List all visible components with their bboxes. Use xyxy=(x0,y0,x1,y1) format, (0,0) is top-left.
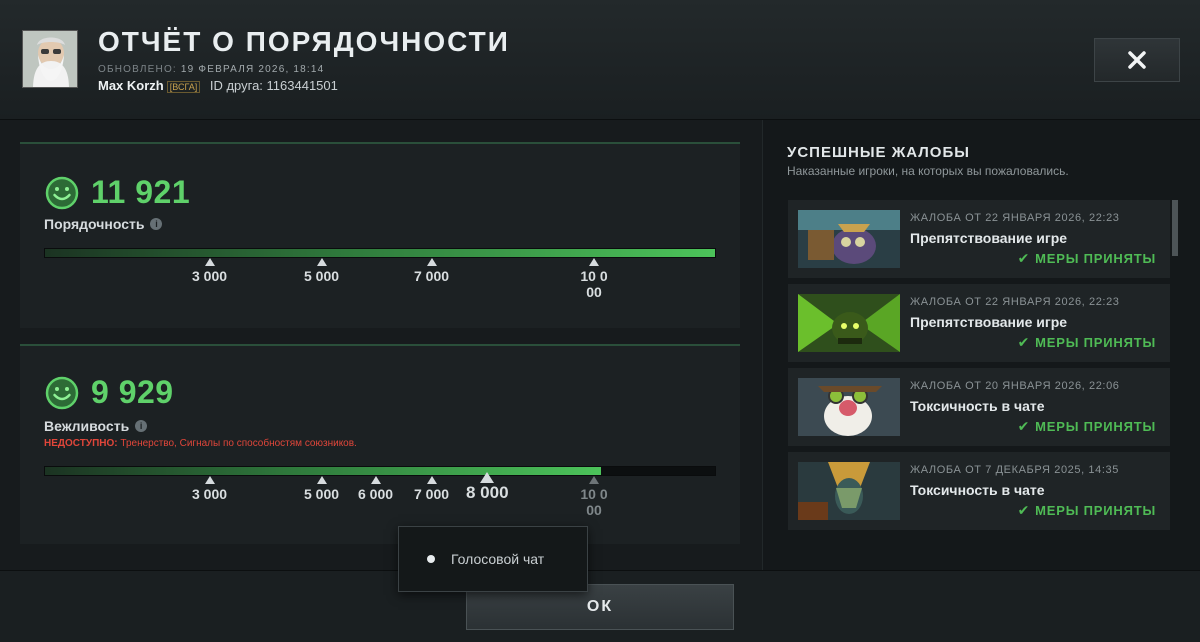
report-item[interactable]: ЖАЛОБА ОТ 22 ЯНВАРЯ 2026, 22:23 Препятст… xyxy=(788,284,1170,362)
behavior-progress-fill xyxy=(45,249,715,257)
behavior-label-text: Порядочность xyxy=(44,216,145,232)
report-date: ЖАЛОБА ОТ 22 ЯНВАРЯ 2026, 22:23 xyxy=(910,212,1120,224)
reports-scrollbar[interactable] xyxy=(1172,200,1178,256)
close-button[interactable] xyxy=(1094,38,1180,82)
communication-progress-bar xyxy=(44,466,716,476)
report-reason: Токсичность в чате xyxy=(910,482,1045,498)
updated-timestamp: ОБНОВЛЕНО: 19 ФЕВРАЛЯ 2026, 18:14 xyxy=(98,64,324,75)
hero-portrait xyxy=(798,462,900,520)
report-item[interactable]: ЖАЛОБА ОТ 20 ЯНВАРЯ 2026, 22:06 Токсично… xyxy=(788,368,1170,446)
unavailable-prefix: НЕДОСТУПНО: xyxy=(44,438,118,449)
avatar xyxy=(22,30,78,88)
check-icon: ✔ xyxy=(1017,502,1031,518)
communication-score-row: 9 929 xyxy=(45,374,174,411)
page-title: ОТЧЁТ О ПОРЯДОЧНОСТИ xyxy=(98,26,510,57)
communication-tick: 3 000 xyxy=(192,476,227,502)
report-reason: Препятствование игре xyxy=(910,230,1068,246)
report-status: ✔ МЕРЫ ПРИНЯТЫ xyxy=(1017,502,1156,518)
communication-tick: 7 000 xyxy=(414,476,449,502)
updated-label: ОБНОВЛЕНО: xyxy=(98,64,177,75)
report-date: ЖАЛОБА ОТ 22 ЯНВАРЯ 2026, 22:23 xyxy=(910,296,1120,308)
check-icon: ✔ xyxy=(1017,418,1031,434)
hero-portrait xyxy=(798,210,900,268)
guild-tag: [ВСГА] xyxy=(166,81,201,93)
behavior-panel: 11 921 Порядочность i 3 000 5 000 7 000 … xyxy=(20,142,740,328)
hero-portrait xyxy=(798,294,900,352)
communication-label-text: Вежливость xyxy=(44,418,130,434)
smiley-icon xyxy=(45,176,79,209)
friend-id: ID друга: 1163441501 xyxy=(209,78,338,93)
report-status: ✔ МЕРЫ ПРИНЯТЫ xyxy=(1017,334,1156,350)
behavior-score-row: 11 921 xyxy=(45,174,190,211)
report-date: ЖАЛОБА ОТ 7 ДЕКАБРЯ 2025, 14:35 xyxy=(910,464,1119,476)
header xyxy=(0,0,1200,120)
behavior-progress-bar xyxy=(44,248,716,258)
check-icon: ✔ xyxy=(1017,250,1031,266)
player-name[interactable]: Max Korzh xyxy=(98,78,164,93)
close-icon xyxy=(1128,51,1146,69)
behavior-label: Порядочность i xyxy=(44,216,163,232)
communication-tick-current[interactable]: 8 000 xyxy=(466,472,509,501)
info-icon[interactable]: i xyxy=(135,420,148,432)
communication-score: 9 929 xyxy=(91,374,174,410)
hero-portrait xyxy=(798,378,900,436)
report-status: ✔ МЕРЫ ПРИНЯТЫ xyxy=(1017,418,1156,434)
user-info: Max Korzh [ВСГА] ID друга: 1163441501 xyxy=(98,78,338,93)
communication-progress-fill xyxy=(45,467,602,475)
behavior-score: 11 921 xyxy=(91,174,191,210)
behavior-tick: 10 000 xyxy=(580,258,608,300)
behavior-tick: 3 000 xyxy=(192,258,227,284)
unavailable-text: Тренерство, Сигналы по способностям союз… xyxy=(117,438,357,449)
report-item[interactable]: ЖАЛОБА ОТ 7 ДЕКАБРЯ 2025, 14:35 Токсично… xyxy=(788,452,1170,530)
communication-tick: 5 000 xyxy=(304,476,339,502)
smiley-icon xyxy=(45,376,79,409)
info-icon[interactable]: i xyxy=(150,218,163,230)
communication-tick: 6 000 xyxy=(358,476,393,502)
tooltip-item: Голосовой чат xyxy=(451,551,545,567)
report-reason: Препятствование игре xyxy=(910,314,1068,330)
behavior-tick: 5 000 xyxy=(304,258,339,284)
unavailable-notice: НЕДОСТУПНО: Тренерство, Сигналы по спосо… xyxy=(44,438,357,449)
check-icon: ✔ xyxy=(1017,334,1031,350)
reports-subtitle: Наказанные игроки, на которых вы пожалов… xyxy=(787,164,1069,178)
report-item[interactable]: ЖАЛОБА ОТ 22 ЯНВАРЯ 2026, 22:23 Препятст… xyxy=(788,200,1170,278)
communication-panel: 9 929 Вежливость i НЕДОСТУПНО: Тренерств… xyxy=(20,344,740,544)
report-reason: Токсичность в чате xyxy=(910,398,1045,414)
report-date: ЖАЛОБА ОТ 20 ЯНВАРЯ 2026, 22:06 xyxy=(910,380,1120,392)
reports-title: УСПЕШНЫЕ ЖАЛОБЫ xyxy=(787,144,970,161)
behavior-tick: 7 000 xyxy=(414,258,449,284)
report-status: ✔ МЕРЫ ПРИНЯТЫ xyxy=(1017,250,1156,266)
updated-date: 19 ФЕВРАЛЯ 2026, 18:14 xyxy=(180,64,325,75)
bullet-icon xyxy=(427,555,435,563)
tooltip: Голосовой чат xyxy=(398,526,588,592)
communication-label: Вежливость i xyxy=(44,418,148,434)
communication-tick: 10 000 xyxy=(580,476,608,518)
